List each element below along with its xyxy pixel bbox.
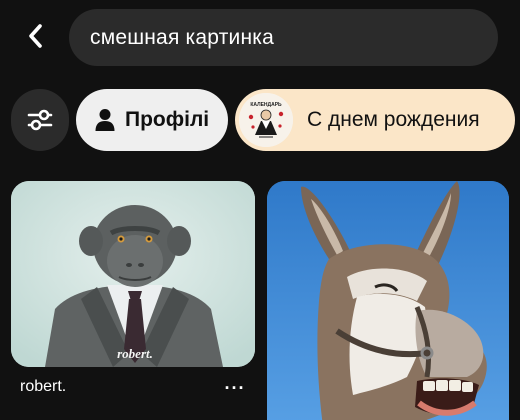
pin-caption[interactable]: robert. — [20, 378, 66, 396]
chip-profiles-label: Профілі — [125, 108, 210, 131]
pin-overlay-text: robert. — [117, 346, 153, 361]
chip-profiles[interactable]: Профілі — [76, 89, 228, 151]
filter-button[interactable] — [11, 89, 69, 151]
chip-birthday[interactable]: КАЛЕНДАРЬ С днем рождения — [235, 89, 515, 151]
more-horizontal-icon[interactable]: ··· — [222, 378, 248, 398]
search-input[interactable]: смешная картинка — [69, 9, 498, 66]
sliders-icon — [27, 109, 53, 131]
person-icon — [95, 109, 115, 131]
chip-thumb-text: КАЛЕНДАРЬ — [250, 102, 282, 108]
chip-birthday-label: С днем рождения — [307, 108, 480, 131]
chip-birthday-thumbnail: КАЛЕНДАРЬ — [239, 93, 293, 147]
search-results-screen: смешная картинка Профілі КАЛЕНДАРЬ С дне… — [0, 0, 520, 420]
back-button[interactable] — [18, 18, 54, 54]
pin-image-donkey[interactable] — [267, 181, 509, 420]
search-query-text: смешная картинка — [90, 25, 274, 49]
pin-image-monkey[interactable]: robert. — [11, 181, 255, 367]
chevron-left-icon — [29, 24, 42, 48]
